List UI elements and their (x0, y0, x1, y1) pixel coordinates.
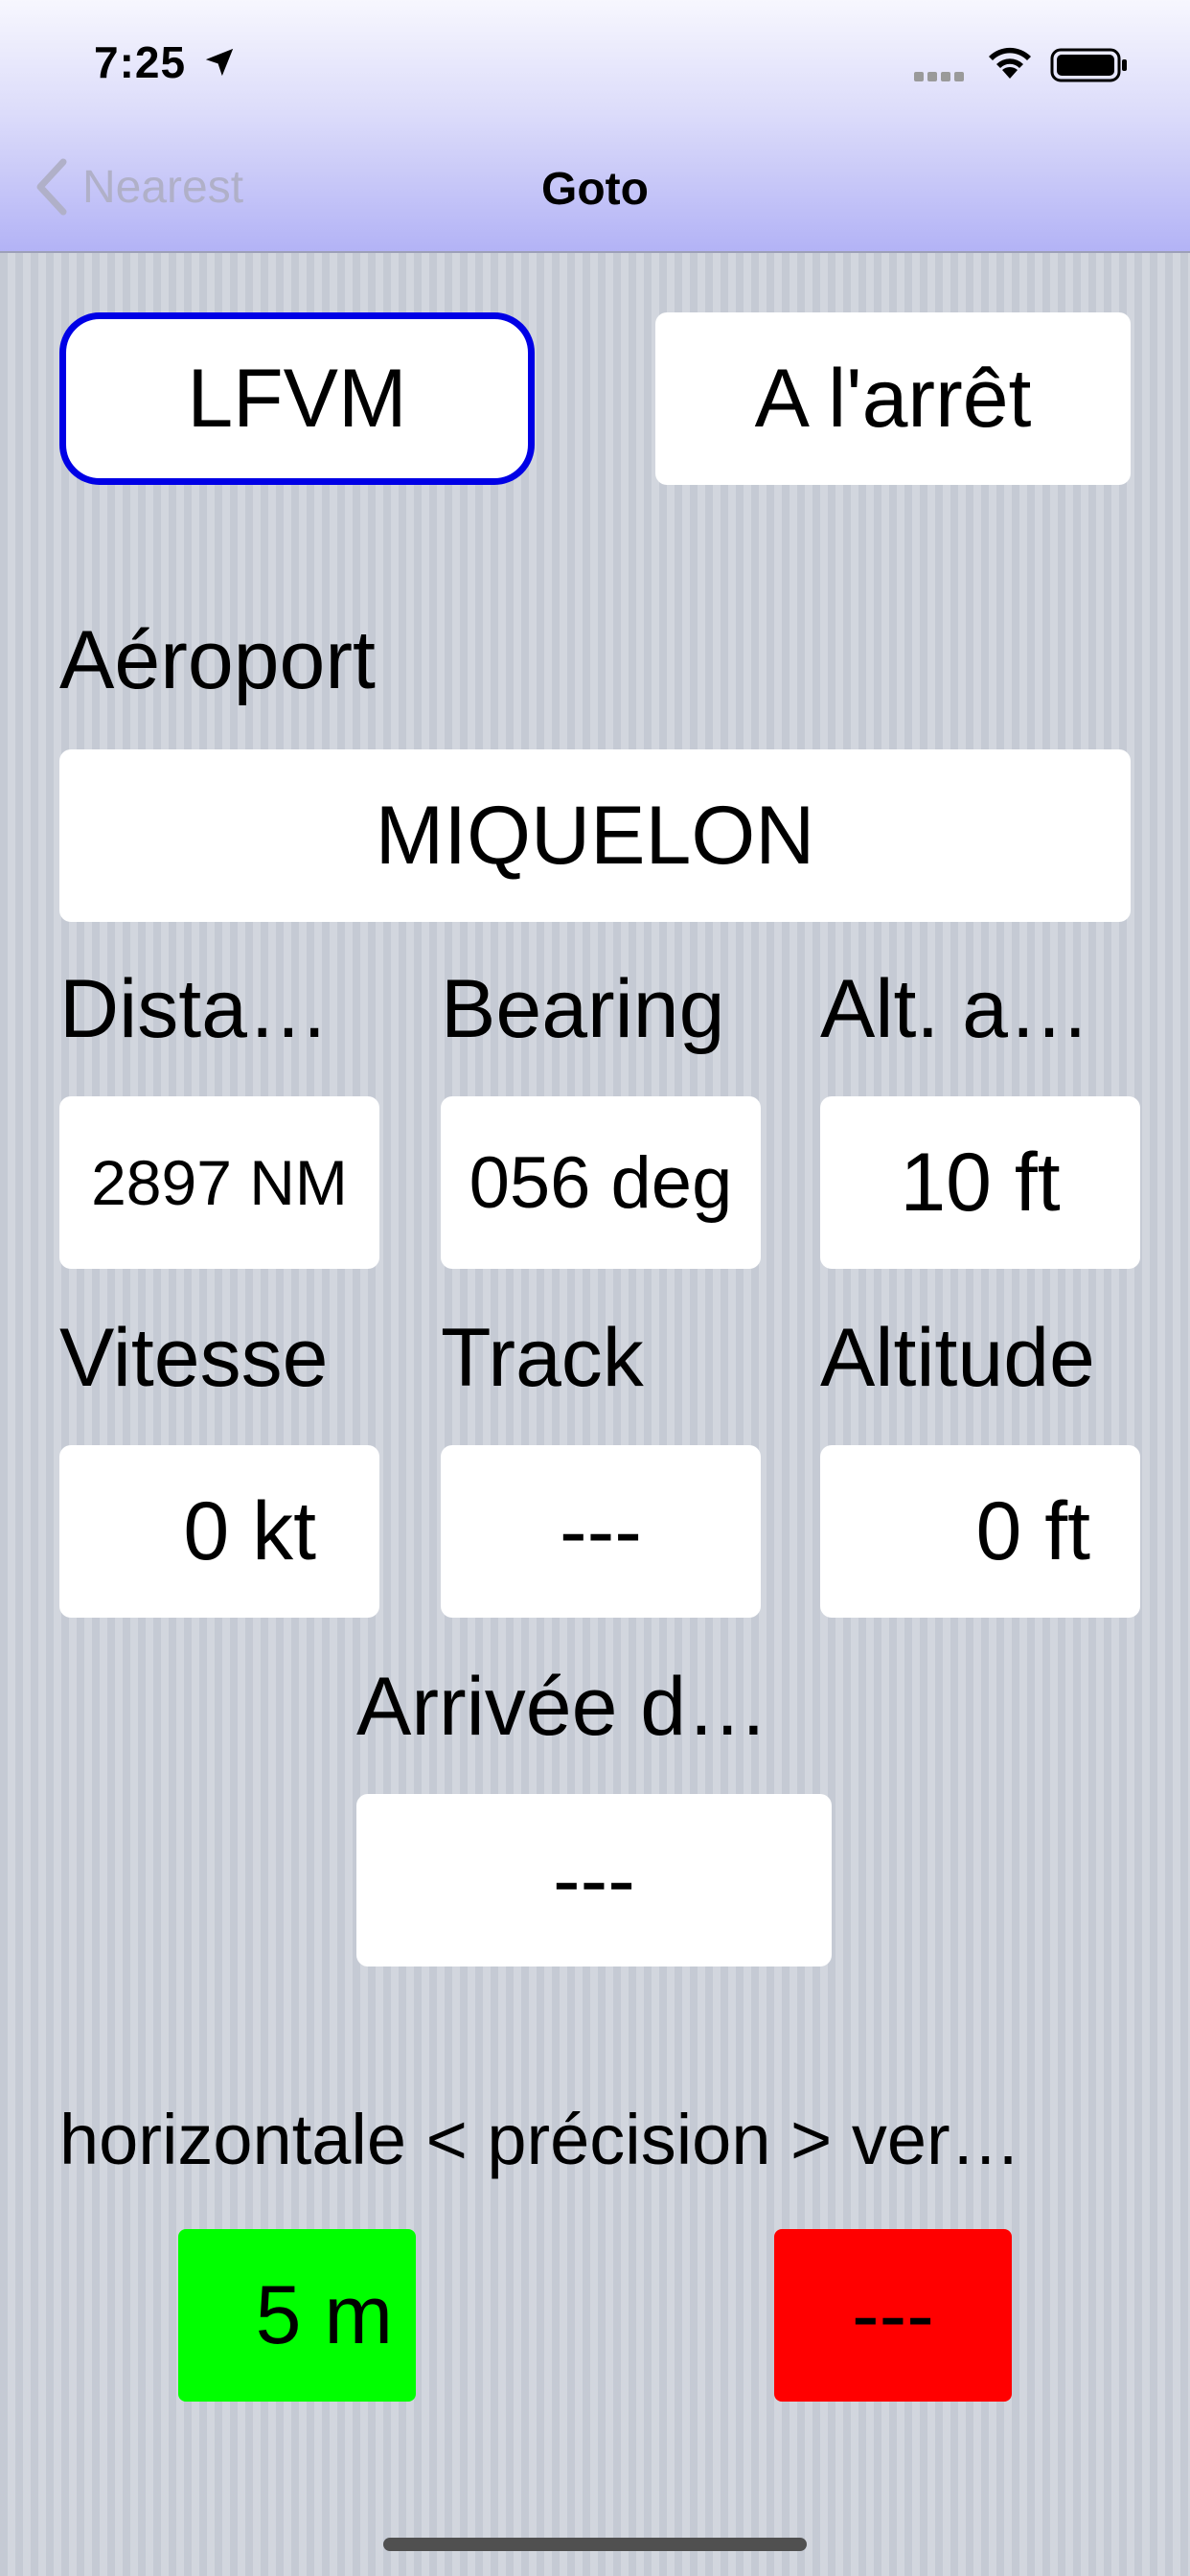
precision-label: horizontale < précision > ver… (59, 2100, 1021, 2179)
speed-label: Vitesse (59, 1312, 329, 1404)
speed-value: 0 kt (59, 1445, 379, 1618)
arrival-label: Arrivée d… (356, 1661, 769, 1753)
motion-status-field: A l'arrêt (655, 312, 1131, 485)
cellular-signal-icon (914, 69, 968, 81)
distance-value: 2897 NM (59, 1096, 379, 1269)
alt-label: Alt. a… (820, 963, 1090, 1055)
vertical-precision-value: --- (774, 2229, 1012, 2402)
airport-name-field: MIQUELON (59, 749, 1131, 922)
page-title: Goto (541, 164, 649, 215)
alt-value: 10 ft (820, 1096, 1140, 1269)
status-time: 7:25 (94, 37, 187, 87)
home-indicator[interactable] (383, 2538, 807, 2551)
battery-icon (1050, 48, 1127, 82)
location-arrow-icon (205, 48, 234, 77)
airport-label: Aéroport (59, 614, 376, 706)
wifi-icon (989, 47, 1031, 79)
navigation-header: 7:25 Nearest Goto (0, 0, 1190, 253)
bearing-value: 056 deg (441, 1096, 761, 1269)
altitude-value: 0 ft (820, 1445, 1140, 1618)
track-value: --- (441, 1445, 761, 1618)
bearing-label: Bearing (441, 963, 725, 1055)
airport-code-button[interactable]: LFVM (59, 312, 535, 485)
track-label: Track (441, 1312, 644, 1404)
distance-label: Dista… (59, 963, 330, 1055)
altitude-label: Altitude (820, 1312, 1095, 1404)
horizontal-precision-value: 5 m (178, 2229, 416, 2402)
arrival-value: --- (356, 1794, 832, 1966)
